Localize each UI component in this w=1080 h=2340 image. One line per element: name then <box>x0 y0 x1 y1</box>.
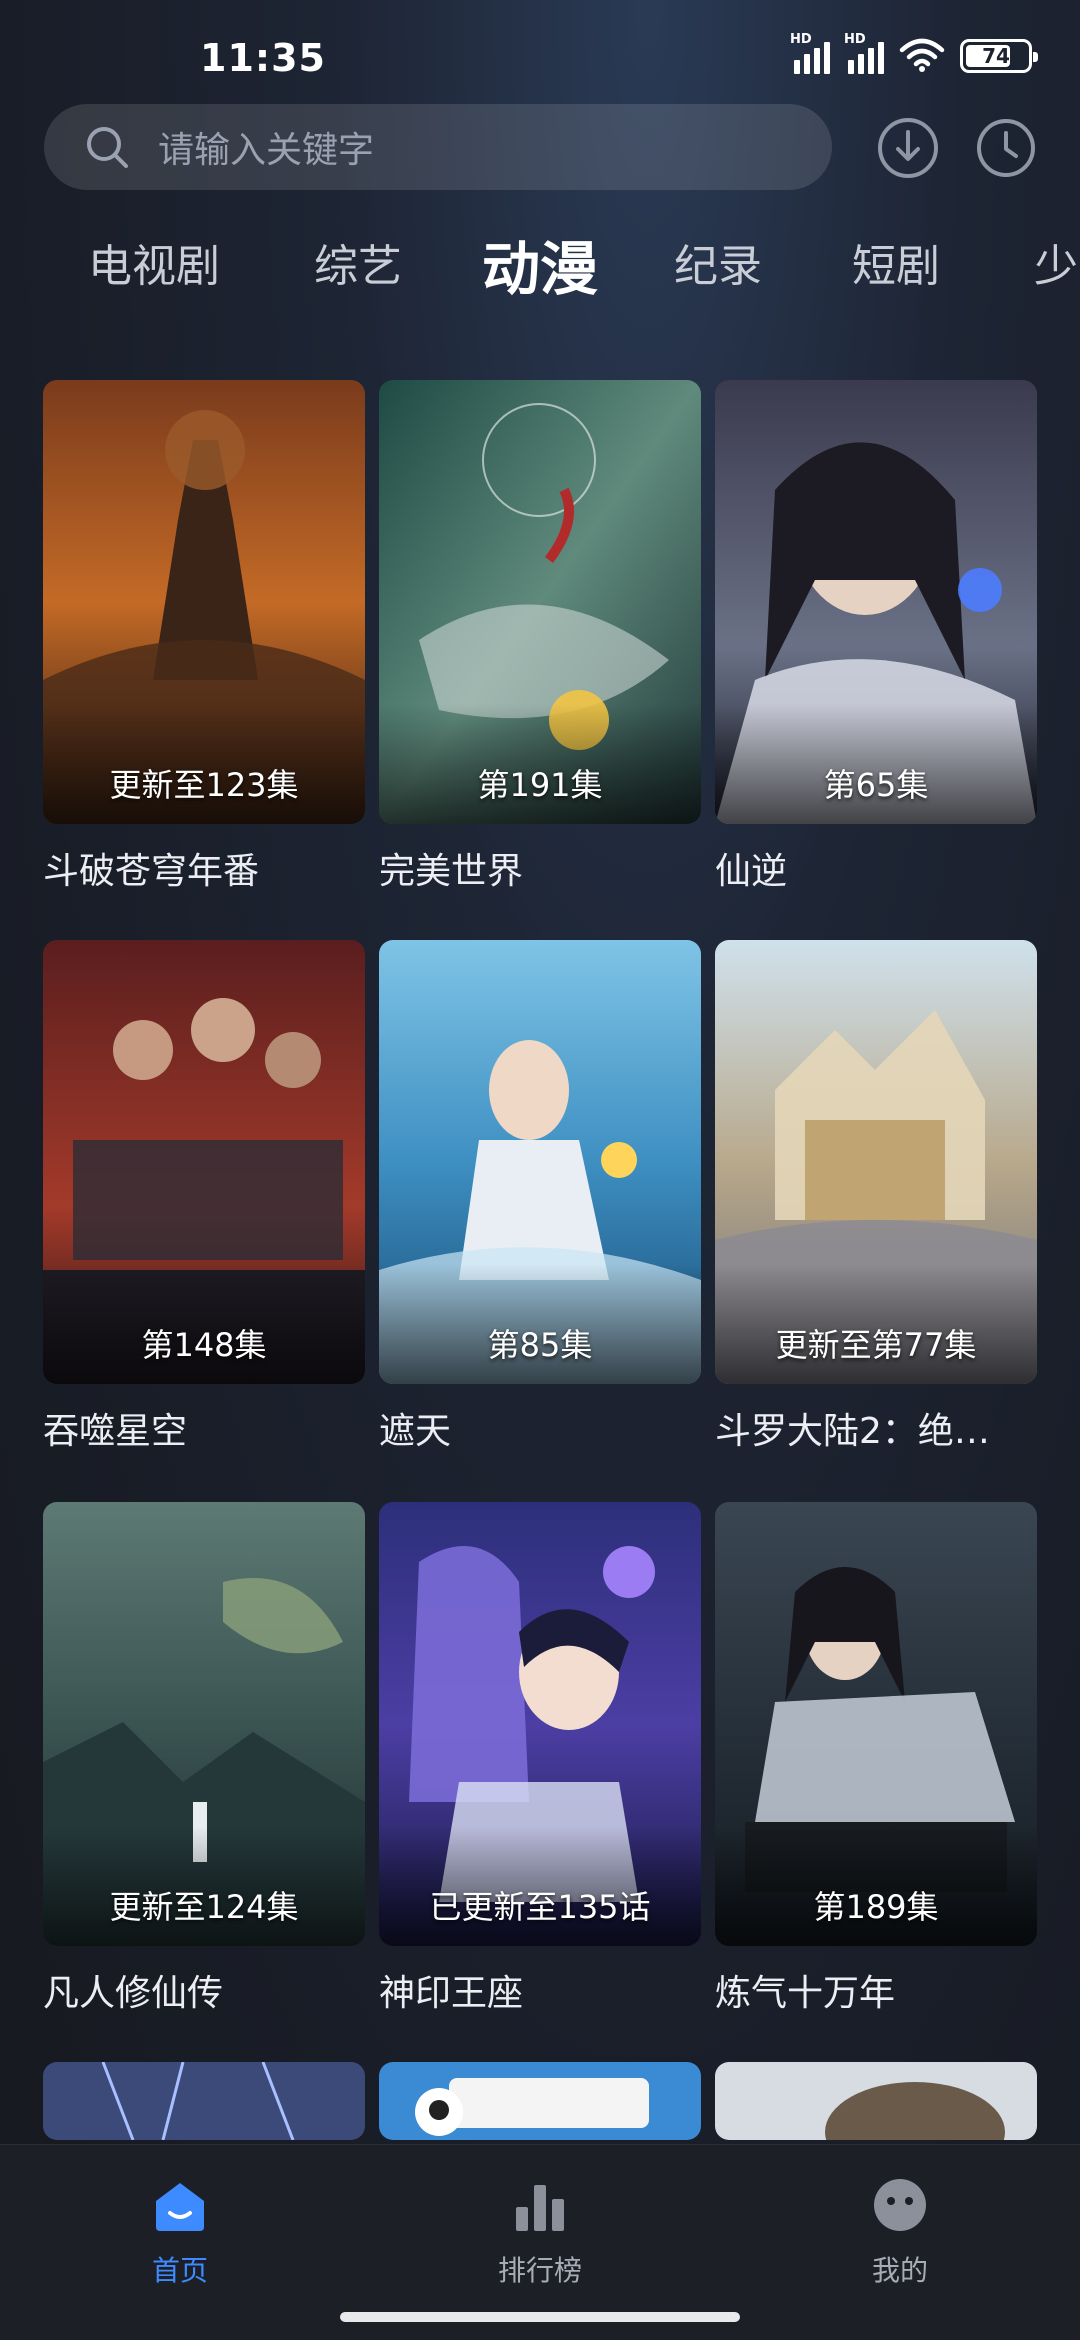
tab-more[interactable]: 少 <box>1034 230 1078 294</box>
signal-icon: HD <box>844 32 884 74</box>
nav-profile[interactable]: 我的 <box>800 2173 1000 2289</box>
tab-tv[interactable]: 电视剧 <box>88 230 220 294</box>
nav-home-label: 首页 <box>151 2254 208 2287</box>
show-poster: 更新至第77集 <box>715 940 1037 1384</box>
show-poster: 更新至124集 <box>43 1502 365 1946</box>
nav-ranking[interactable]: 排行榜 <box>440 2173 640 2289</box>
home-indicator[interactable] <box>340 2312 740 2322</box>
show-title: 仙逆 <box>715 851 788 892</box>
status-icons: HD HD 74 <box>790 32 1038 74</box>
search-icon <box>87 127 128 168</box>
show-poster: 第189集 <box>715 1502 1037 1946</box>
status-time: 11:35 <box>200 36 326 80</box>
battery-icon: 74 <box>960 39 1038 73</box>
episode-label: 已更新至135话 <box>429 1888 651 1926</box>
show-poster: 更新至123集 <box>43 380 365 824</box>
episode-label: 第148集 <box>141 1326 267 1364</box>
app-screen: 11:35 HD HD 74 请输入关键字 电视剧 综艺 动漫 纪录 短剧 少 … <box>0 0 1080 2340</box>
show-card[interactable]: 第148集 吞噬星空 <box>43 940 365 1454</box>
category-tabs: 电视剧 综艺 动漫 纪录 短剧 少 <box>0 230 1080 310</box>
download-icon[interactable] <box>876 116 940 180</box>
show-card[interactable]: 第85集 遮天 <box>379 940 701 1454</box>
show-card[interactable]: 更新至124集 凡人修仙传 <box>43 1502 365 2016</box>
show-card[interactable]: 第65集 仙逆 <box>715 380 1037 894</box>
show-title: 吞噬星空 <box>43 1411 188 1452</box>
show-poster: 已更新至135话 <box>379 1502 701 1946</box>
tab-variety[interactable]: 综艺 <box>314 230 402 294</box>
show-poster: 第85集 <box>379 940 701 1384</box>
search-input[interactable]: 请输入关键字 <box>44 104 832 190</box>
ranking-icon <box>516 2185 564 2231</box>
nav-ranking-label: 排行榜 <box>497 2254 582 2287</box>
show-poster: 第65集 <box>715 380 1037 824</box>
show-poster: 第191集 <box>379 380 701 824</box>
show-card[interactable]: 更新至第77集 斗罗大陆2：绝… <box>715 940 1037 1454</box>
battery-level: 74 <box>982 44 1010 68</box>
signal-hd-label: HD <box>844 32 866 47</box>
tab-short-drama[interactable]: 短剧 <box>852 230 940 294</box>
signal-hd-label: HD <box>790 32 812 47</box>
episode-label: 第189集 <box>813 1888 939 1926</box>
status-bar: 11:35 HD HD 74 <box>0 0 1080 110</box>
episode-label: 第85集 <box>487 1326 593 1364</box>
show-poster <box>715 2062 1037 2140</box>
show-card[interactable]: 更新至123集 斗破苍穹年番 <box>43 380 365 894</box>
show-title: 遮天 <box>379 1411 452 1452</box>
episode-label: 更新至124集 <box>109 1888 299 1926</box>
episode-label: 更新至第77集 <box>775 1326 977 1364</box>
show-title: 凡人修仙传 <box>43 1973 224 2014</box>
episode-label: 第65集 <box>823 766 929 804</box>
show-card[interactable]: 已更新至135话 神印王座 <box>379 1502 701 2016</box>
show-poster <box>379 2062 701 2140</box>
history-icon[interactable] <box>974 116 1038 180</box>
show-card[interactable] <box>379 2062 701 2140</box>
show-title: 完美世界 <box>379 851 524 892</box>
home-icon <box>156 2183 204 2231</box>
show-title: 神印王座 <box>379 1973 524 2014</box>
episode-label: 第191集 <box>477 766 603 804</box>
nav-home[interactable]: 首页 <box>80 2173 280 2289</box>
show-card[interactable]: 第189集 炼气十万年 <box>715 1502 1037 2016</box>
show-card[interactable] <box>43 2062 365 2140</box>
wifi-icon <box>899 38 945 72</box>
tab-anime[interactable]: 动漫 <box>482 222 598 306</box>
tab-documentary[interactable]: 纪录 <box>674 230 762 294</box>
show-title: 斗破苍穹年番 <box>43 851 260 892</box>
show-poster: 第148集 <box>43 940 365 1384</box>
nav-profile-label: 我的 <box>871 2254 928 2287</box>
show-poster <box>43 2062 365 2140</box>
episode-label: 更新至123集 <box>109 766 299 804</box>
show-card[interactable] <box>715 2062 1037 2140</box>
show-title: 斗罗大陆2：绝… <box>715 1411 990 1452</box>
search-placeholder: 请输入关键字 <box>158 130 375 171</box>
show-card[interactable]: 第191集 完美世界 <box>379 380 701 894</box>
signal-icon: HD <box>790 32 830 74</box>
bottom-nav: 首页 排行榜 我的 <box>0 2144 1080 2340</box>
show-title: 炼气十万年 <box>715 1973 896 2014</box>
profile-icon <box>874 2179 926 2231</box>
